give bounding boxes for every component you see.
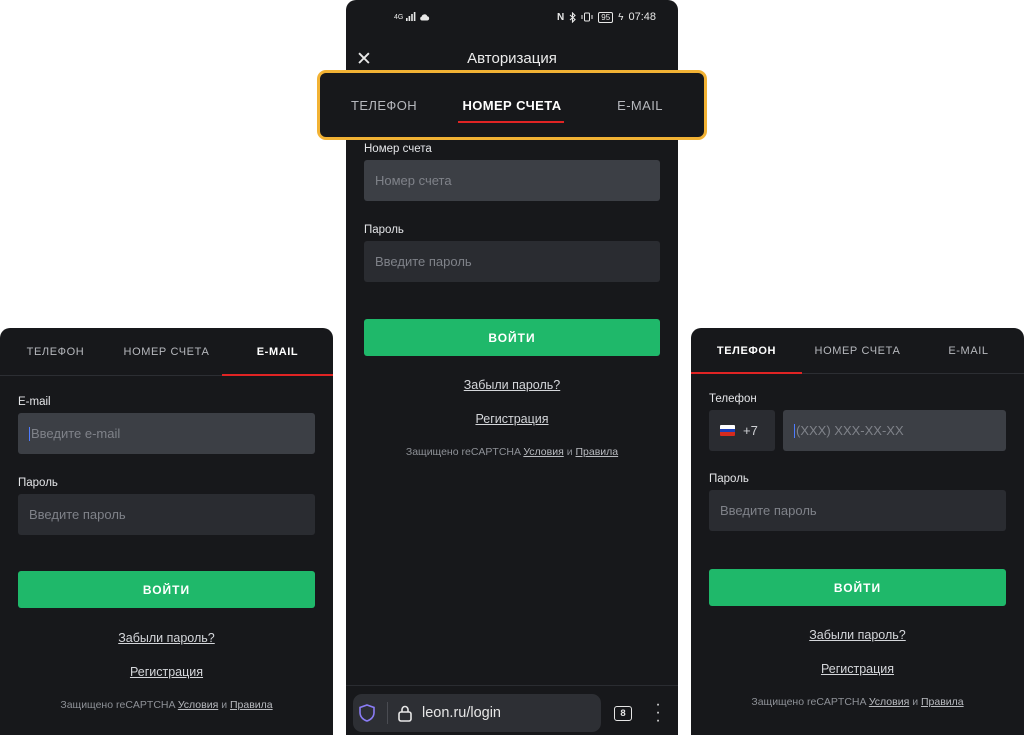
phone-placeholder: (XXX) XXX-XX-XX bbox=[796, 423, 904, 438]
text-caret bbox=[29, 426, 30, 441]
tab-counter[interactable]: 8 bbox=[614, 706, 632, 721]
recaptcha-notice: Защищено reCAPTCHA Условия и Правила bbox=[709, 696, 1006, 708]
email-placeholder: Введите e-mail bbox=[31, 426, 121, 441]
account-number-label: Номер счета bbox=[364, 143, 432, 155]
terms-link[interactable]: Условия bbox=[523, 446, 563, 458]
phone-login-screen: ТЕЛЕФОН НОМЕР СЧЕТА E-MAIL Телефон +7 (X… bbox=[691, 328, 1024, 735]
login-tabs: ТЕЛЕФОН НОМЕР СЧЕТА E-MAIL bbox=[0, 328, 333, 376]
tab-email[interactable]: E-MAIL bbox=[222, 328, 333, 376]
status-icons: N 95 ϟ 07:48 bbox=[557, 11, 656, 23]
russia-flag-icon bbox=[720, 425, 735, 436]
highlighted-login-tabs: ТЕЛЕФОН НОМЕР СЧЕТА E-MAIL bbox=[317, 70, 707, 140]
tab-phone[interactable]: ТЕЛЕФОН bbox=[0, 328, 111, 375]
recaptcha-text: Защищено reCAPTCHA bbox=[405, 446, 521, 458]
phone-number-input[interactable]: (XXX) XXX-XX-XX bbox=[783, 410, 1006, 451]
rules-link[interactable]: Правила bbox=[230, 699, 273, 711]
recaptcha-text: Защищено reCAPTCHA bbox=[751, 696, 866, 708]
network-type: 4G bbox=[394, 14, 404, 21]
login-button[interactable]: ВОЙТИ bbox=[364, 319, 660, 356]
tab-email[interactable]: E-MAIL bbox=[576, 73, 704, 137]
bluetooth-icon bbox=[569, 11, 577, 23]
register-link[interactable]: Регистрация bbox=[709, 662, 1006, 676]
conjunction-text: и bbox=[566, 446, 573, 458]
account-number-input[interactable]: Номер счета bbox=[364, 160, 660, 201]
password-placeholder: Введите пароль bbox=[29, 507, 126, 522]
recaptcha-notice: Защищено reCAPTCHA Условия и Правила bbox=[364, 446, 660, 458]
country-code-select[interactable]: +7 bbox=[709, 410, 775, 451]
conjunction-text: и bbox=[221, 699, 228, 711]
browser-toolbar: leon.ru/login 8 · · · bbox=[346, 685, 678, 735]
password-placeholder: Введите пароль bbox=[375, 254, 472, 269]
tab-phone[interactable]: ТЕЛЕФОН bbox=[320, 73, 448, 137]
recaptcha-notice: Защищено reCAPTCHA Условия и Правила bbox=[18, 699, 315, 711]
login-button[interactable]: ВОЙТИ bbox=[709, 569, 1006, 606]
address-bar[interactable]: leon.ru/login bbox=[353, 694, 601, 732]
vibrate-icon bbox=[581, 12, 593, 22]
divider bbox=[387, 702, 388, 724]
tab-account-number[interactable]: НОМЕР СЧЕТА bbox=[448, 73, 576, 137]
login-tabs: ТЕЛЕФОН НОМЕР СЧЕТА E-MAIL bbox=[691, 328, 1024, 374]
tab-account-number[interactable]: НОМЕР СЧЕТА bbox=[802, 328, 913, 373]
terms-link[interactable]: Условия bbox=[178, 699, 218, 711]
conjunction-text: и bbox=[912, 696, 919, 708]
login-button[interactable]: ВОЙТИ bbox=[18, 571, 315, 608]
password-placeholder: Введите пароль bbox=[720, 503, 817, 518]
register-link[interactable]: Регистрация bbox=[364, 412, 660, 426]
more-menu-icon[interactable]: · · · bbox=[653, 697, 663, 729]
email-input[interactable]: Введите e-mail bbox=[18, 413, 315, 454]
clock: 07:48 bbox=[628, 11, 656, 23]
nfc-icon: N bbox=[557, 11, 565, 23]
shield-icon[interactable] bbox=[353, 704, 381, 722]
forgot-password-link[interactable]: Забыли пароль? bbox=[709, 628, 1006, 642]
lock-icon bbox=[394, 705, 416, 722]
tab-account-number[interactable]: НОМЕР СЧЕТА bbox=[111, 328, 222, 375]
rules-link[interactable]: Правила bbox=[921, 696, 964, 708]
signal-icon bbox=[406, 12, 416, 21]
country-code: +7 bbox=[743, 423, 758, 438]
charging-icon: ϟ bbox=[618, 11, 624, 23]
signal-indicators: 4G bbox=[394, 12, 430, 21]
password-input[interactable]: Введите пароль bbox=[709, 490, 1006, 531]
text-caret bbox=[794, 423, 795, 438]
cloud-icon bbox=[420, 14, 430, 21]
terms-link[interactable]: Условия bbox=[869, 696, 909, 708]
password-label: Пароль bbox=[18, 477, 58, 489]
tab-email[interactable]: E-MAIL bbox=[913, 328, 1024, 373]
account-number-placeholder: Номер счета bbox=[375, 173, 452, 188]
phone-label: Телефон bbox=[709, 393, 757, 405]
email-login-screen: ТЕЛЕФОН НОМЕР СЧЕТА E-MAIL E-mail Введит… bbox=[0, 328, 333, 735]
password-input[interactable]: Введите пароль bbox=[18, 494, 315, 535]
status-bar: 4G N 95 ϟ 07:48 bbox=[346, 0, 678, 36]
forgot-password-link[interactable]: Забыли пароль? bbox=[18, 631, 315, 645]
tab-phone[interactable]: ТЕЛЕФОН bbox=[691, 328, 802, 374]
rules-link[interactable]: Правила bbox=[575, 446, 618, 458]
password-label: Пароль bbox=[709, 473, 749, 485]
password-label: Пароль bbox=[364, 224, 404, 236]
forgot-password-link[interactable]: Забыли пароль? bbox=[364, 378, 660, 392]
recaptcha-text: Защищено reCAPTCHA bbox=[60, 699, 175, 711]
email-label: E-mail bbox=[18, 396, 51, 408]
register-link[interactable]: Регистрация bbox=[18, 665, 315, 679]
page-title: Авторизация bbox=[467, 50, 557, 67]
battery-icon: 95 bbox=[598, 11, 614, 23]
url-text: leon.ru/login bbox=[422, 705, 501, 721]
password-input[interactable]: Введите пароль bbox=[364, 241, 660, 282]
